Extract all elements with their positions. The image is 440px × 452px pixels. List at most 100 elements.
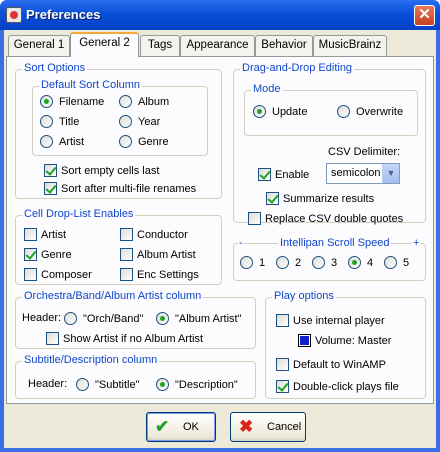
tab-tags[interactable]: Tags <box>140 35 180 56</box>
radio-album-artist-header[interactable]: "Album Artist" <box>156 312 242 326</box>
summarize-checkbox[interactable]: Summarize results <box>266 192 374 206</box>
radio-subtitle-label: "Subtitle" <box>95 379 140 391</box>
mode-title: Mode <box>251 83 283 95</box>
ok-button[interactable]: ✔ OK <box>146 412 216 442</box>
radio-artist-circle[interactable] <box>40 135 53 148</box>
radio-update-circle[interactable] <box>253 105 266 118</box>
radio-title-circle[interactable] <box>40 115 53 128</box>
speed-radio-2[interactable]: 2 <box>276 256 301 270</box>
cell-droplist-title: Cell Drop-List Enables <box>22 208 136 220</box>
radio-description-circle[interactable] <box>156 378 169 391</box>
sort-after-rename-box[interactable] <box>44 182 57 195</box>
checkbox-conductor-box[interactable] <box>120 228 133 241</box>
volume-color-icon[interactable] <box>298 334 311 347</box>
dblclick-label: Double-click plays file <box>293 381 399 393</box>
radio-year-circle[interactable] <box>119 115 132 128</box>
checkbox-album-artist[interactable]: Album Artist <box>120 248 196 262</box>
close-button[interactable]: ✕ <box>414 5 435 26</box>
show-artist-label: Show Artist if no Album Artist <box>63 333 204 345</box>
chevron-down-icon[interactable]: ▼ <box>382 164 399 183</box>
radio-overwrite-circle[interactable] <box>337 105 350 118</box>
default-sort-column-group: Default Sort Column Filename Album Title… <box>32 79 208 156</box>
radio-overwrite[interactable]: Overwrite <box>337 105 403 119</box>
radio-description[interactable]: "Description" <box>156 378 238 392</box>
checkbox-enc-settings[interactable]: Enc Settings <box>120 268 199 282</box>
radio-subtitle[interactable]: "Subtitle" <box>76 378 140 392</box>
radio-year[interactable]: Year <box>119 115 160 129</box>
checkbox-artist[interactable]: Artist <box>24 228 66 242</box>
speed-radio-2-label: 2 <box>295 257 302 269</box>
speed-radio-4[interactable]: 4 <box>348 256 373 270</box>
radio-orch-band-circle[interactable] <box>64 312 77 325</box>
scroll-speed-group: - Intellipan Scroll Speed + 1 2 3 4 5 <box>233 237 426 281</box>
dialog-client: General 1 General 2 Tags Appearance Beha… <box>4 30 436 448</box>
checkbox-genre[interactable]: Genre <box>24 248 72 262</box>
sort-empty-last-checkbox[interactable]: Sort empty cells last <box>44 164 159 178</box>
winamp-box[interactable] <box>276 358 289 371</box>
sort-empty-last-box[interactable] <box>44 164 57 177</box>
winamp-checkbox[interactable]: Default to WinAMP <box>276 358 386 372</box>
checkbox-album-artist-box[interactable] <box>120 248 133 261</box>
speed-radio-1[interactable]: 1 <box>240 256 265 270</box>
speed-radio-5-circle[interactable] <box>384 256 397 269</box>
speed-plus-label: + <box>412 237 421 249</box>
tab-general-2[interactable]: General 2 <box>70 32 139 57</box>
radio-update[interactable]: Update <box>253 105 307 119</box>
replace-quotes-box[interactable] <box>248 212 261 225</box>
tab-general-1[interactable]: General 1 <box>8 35 70 56</box>
speed-radio-3-circle[interactable] <box>312 256 325 269</box>
radio-album-artist-header-circle[interactable] <box>156 312 169 325</box>
speed-radio-3[interactable]: 3 <box>312 256 337 270</box>
sort-after-rename-label: Sort after multi-file renames <box>61 183 197 195</box>
radio-artist[interactable]: Artist <box>40 135 84 149</box>
drag-drop-group: Drag-and-Drop Editing Mode Update Overwr… <box>233 62 426 226</box>
show-artist-checkbox[interactable]: Show Artist if no Album Artist <box>46 332 203 346</box>
radio-album-circle[interactable] <box>119 95 132 108</box>
enable-label: Enable <box>275 169 310 181</box>
checkbox-artist-box[interactable] <box>24 228 37 241</box>
speed-radio-1-circle[interactable] <box>240 256 253 269</box>
radio-title[interactable]: Title <box>40 115 79 129</box>
speed-radio-4-circle[interactable] <box>348 256 361 269</box>
csv-delimiter-select[interactable]: semicolon ▼ <box>326 163 400 184</box>
mode-group: Mode Update Overwrite <box>244 83 418 136</box>
winamp-label: Default to WinAMP <box>293 359 386 371</box>
speed-radio-4-label: 4 <box>367 257 374 269</box>
radio-genre[interactable]: Genre <box>119 135 169 149</box>
checkbox-genre-box[interactable] <box>24 248 37 261</box>
cancel-button[interactable]: ✖ Cancel <box>230 412 306 442</box>
tab-strip: General 1 General 2 Tags Appearance Beha… <box>6 32 434 57</box>
radio-filename[interactable]: Filename <box>40 95 104 109</box>
dblclick-checkbox[interactable]: Double-click plays file <box>276 380 399 394</box>
radio-orch-band[interactable]: "Orch/Band" <box>64 312 143 326</box>
replace-quotes-checkbox[interactable]: Replace CSV double quotes <box>248 212 403 226</box>
tab-appearance[interactable]: Appearance <box>180 35 255 56</box>
summarize-label: Summarize results <box>283 193 375 205</box>
checkbox-enc-settings-box[interactable] <box>120 268 133 281</box>
enable-checkbox[interactable]: Enable <box>258 168 309 182</box>
radio-album[interactable]: Album <box>119 95 169 109</box>
enable-box[interactable] <box>258 168 271 181</box>
internal-player-box[interactable] <box>276 314 289 327</box>
checkbox-composer-label: Composer <box>41 269 92 281</box>
speed-radio-2-circle[interactable] <box>276 256 289 269</box>
preferences-window: Preferences ✕ General 1 General 2 Tags A… <box>0 0 440 452</box>
radio-filename-label: Filename <box>59 96 105 108</box>
radio-subtitle-circle[interactable] <box>76 378 89 391</box>
tab-behavior[interactable]: Behavior <box>255 35 313 56</box>
speed-radio-5[interactable]: 5 <box>384 256 409 270</box>
checkbox-composer-box[interactable] <box>24 268 37 281</box>
summarize-box[interactable] <box>266 192 279 205</box>
checkbox-conductor[interactable]: Conductor <box>120 228 188 242</box>
tab-musicbrainz[interactable]: MusicBrainz <box>313 35 387 56</box>
volume-master-control[interactable]: Volume: Master <box>298 334 391 348</box>
show-artist-box[interactable] <box>46 332 59 345</box>
radio-filename-circle[interactable] <box>40 95 53 108</box>
radio-genre-label: Genre <box>138 136 169 148</box>
checkbox-composer[interactable]: Composer <box>24 268 92 282</box>
internal-player-checkbox[interactable]: Use internal player <box>276 314 385 328</box>
sort-after-rename-checkbox[interactable]: Sort after multi-file renames <box>44 182 196 196</box>
dblclick-box[interactable] <box>276 380 289 393</box>
title-bar[interactable]: Preferences ✕ <box>0 0 440 30</box>
radio-genre-circle[interactable] <box>119 135 132 148</box>
